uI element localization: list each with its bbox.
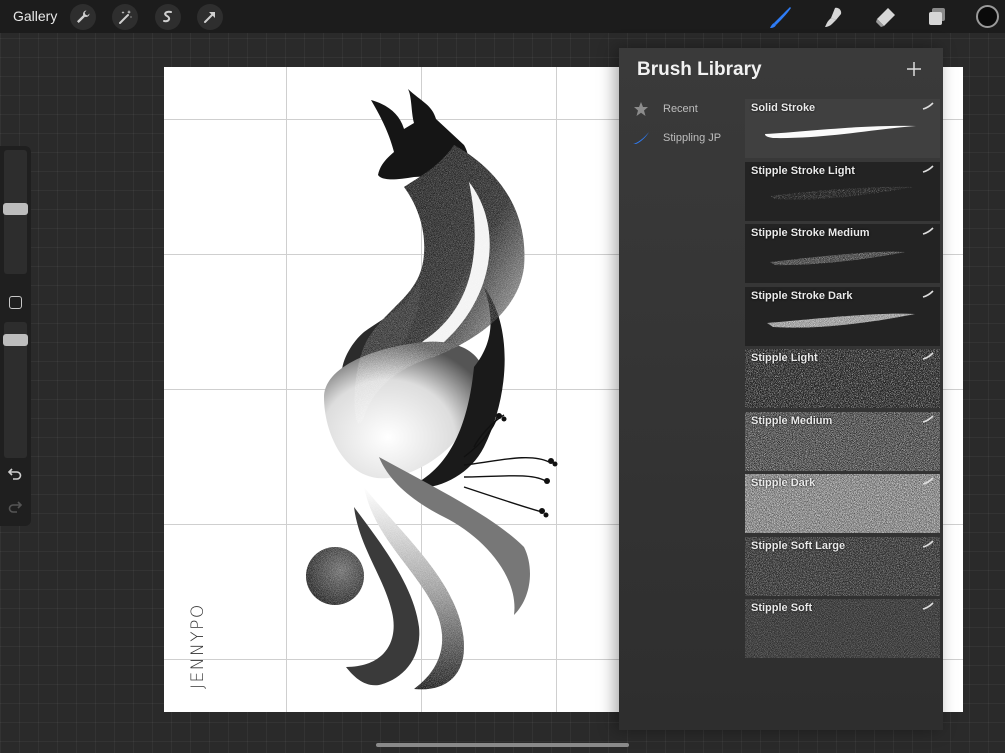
opacity-slider[interactable] [3, 322, 28, 458]
brush-set-recent[interactable]: Recent [631, 98, 698, 120]
home-indicator[interactable] [376, 743, 629, 747]
brush-set-stippling-jp[interactable]: Stippling JP [631, 127, 721, 149]
brush-name: Stipple Medium [751, 415, 833, 427]
add-brush-icon[interactable] [905, 60, 923, 78]
brush-name: Stipple Light [751, 352, 818, 364]
brush-stipple-medium[interactable]: Stipple Medium [745, 412, 940, 471]
brush-stipple-light[interactable]: Stipple Light [745, 349, 940, 408]
modify-button[interactable] [9, 296, 22, 309]
brush-icon [922, 540, 934, 548]
brush-icon [922, 352, 934, 360]
brush-icon [922, 290, 934, 298]
brush-name: Stipple Soft Large [751, 540, 846, 552]
brush-size-slider[interactable] [3, 150, 28, 274]
brush-stipple-stroke-dark[interactable]: Stipple Stroke Dark [745, 287, 940, 346]
brush-icon [922, 165, 934, 173]
gallery-button[interactable]: Gallery [13, 8, 57, 24]
brush-name: Stipple Soft [751, 602, 813, 614]
brush-name: Solid Stroke [751, 102, 816, 114]
color-picker-button[interactable] [976, 5, 999, 28]
brush-icon[interactable] [768, 4, 794, 30]
star-icon [631, 99, 651, 119]
brush-stipple-soft-large[interactable]: Stipple Soft Large [745, 537, 940, 596]
cat-lily-artwork [306, 89, 558, 690]
eraser-icon[interactable] [872, 4, 898, 30]
brush-stipple-dark[interactable]: Stipple Dark [745, 474, 940, 533]
brush-solid-stroke[interactable]: Solid Stroke [745, 99, 940, 158]
brush-icon [922, 102, 934, 110]
brush-stipple-stroke-light[interactable]: Stipple Stroke Light [745, 162, 940, 221]
brush-icon [922, 477, 934, 485]
smudge-icon[interactable] [820, 4, 846, 30]
adjustments-icon[interactable] [112, 4, 138, 30]
brush-name: Stipple Stroke Medium [751, 227, 870, 239]
brush-icon [922, 227, 934, 235]
brush-set-label: Stippling JP [663, 132, 722, 144]
brush-name: Stipple Dark [751, 477, 816, 489]
sidebar [0, 146, 31, 526]
brush-stipple-stroke-medium[interactable]: Stipple Stroke Medium [745, 224, 940, 283]
brush-name: Stipple Stroke Light [751, 165, 855, 177]
opacity-thumb[interactable] [3, 334, 28, 346]
brush-icon [922, 415, 934, 423]
brush-icon [922, 602, 934, 610]
svg-text:JENNYPO: JENNYPO [188, 605, 208, 689]
brush-library-panel: Brush Library Recent Stippling JP Solid … [619, 48, 943, 730]
artist-signature: JENNYPO [188, 605, 208, 689]
brush-set-icon [631, 128, 651, 148]
layers-icon[interactable] [924, 4, 950, 30]
brush-size-thumb[interactable] [3, 203, 28, 215]
brush-name: Stipple Stroke Dark [751, 290, 853, 302]
brush-stipple-soft[interactable]: Stipple Soft [745, 599, 940, 658]
selection-icon[interactable] [155, 4, 181, 30]
undo-icon[interactable] [7, 467, 23, 486]
brush-set-label: Recent [663, 103, 698, 115]
transform-icon[interactable] [197, 4, 223, 30]
top-toolbar: Gallery [0, 0, 1005, 33]
redo-icon[interactable] [7, 500, 23, 519]
actions-icon[interactable] [70, 4, 96, 30]
panel-title: Brush Library [637, 59, 762, 80]
